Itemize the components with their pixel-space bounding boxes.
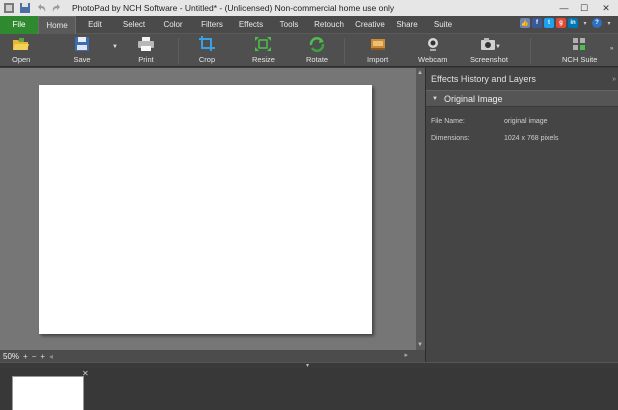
webcam-label: Webcam	[418, 55, 448, 64]
screenshot-button[interactable]: Screenshot	[470, 36, 508, 66]
floppy-icon	[20, 3, 30, 13]
file-name-label: File Name:	[431, 118, 465, 125]
crop-label: Crop	[198, 55, 216, 64]
linkedin-icon[interactable]: in	[568, 18, 578, 28]
save-label: Save	[73, 55, 91, 64]
google-plus-icon[interactable]: g	[556, 18, 566, 28]
twitter-icon[interactable]: t	[544, 18, 554, 28]
title-bar: PhotoPad by NCH Software - Untitled* - (…	[0, 0, 618, 16]
tab-creative[interactable]: Creative	[350, 16, 390, 34]
facebook-icon[interactable]: f	[532, 18, 542, 28]
zoom-in-button[interactable]: +	[23, 352, 28, 361]
window-controls: — ☐ ✕	[554, 0, 618, 16]
tab-color[interactable]: Color	[154, 16, 192, 34]
folder-icon	[13, 38, 30, 50]
crop-icon	[199, 36, 215, 51]
minimize-button[interactable]: —	[554, 0, 574, 16]
help-icon[interactable]: ?	[592, 18, 602, 28]
resize-label: Resize	[252, 55, 275, 64]
tab-tools[interactable]: Tools	[270, 16, 308, 34]
app-menu-button[interactable]	[2, 2, 16, 15]
zoom-out-button[interactable]: −	[32, 352, 37, 361]
dimensions-value: 1024 x 768 pixels	[504, 135, 559, 142]
nch-suite-button[interactable]: NCH Suite	[562, 36, 597, 66]
webcam-button[interactable]: Webcam	[418, 36, 447, 66]
layer-header[interactable]: ▼ Original Image	[426, 90, 618, 107]
close-button[interactable]: ✕	[594, 0, 618, 16]
resize-icon	[255, 37, 272, 51]
scroll-up-icon[interactable]: ▲	[417, 70, 423, 76]
help-dropdown-icon[interactable]: ▾	[604, 18, 614, 28]
save-button[interactable]: Save	[73, 36, 91, 66]
zoom-level: 50%	[3, 351, 20, 361]
zoom-bar: 50% + − + ◂ ▸	[0, 350, 425, 362]
quick-save-button[interactable]	[18, 2, 32, 15]
undo-icon	[38, 4, 46, 12]
tab-retouch[interactable]: Retouch	[308, 16, 350, 34]
tab-filters[interactable]: Filters	[192, 16, 232, 34]
tab-share[interactable]: Share	[390, 16, 424, 34]
zoom-fit-button[interactable]: +	[40, 352, 45, 361]
crop-button[interactable]: Crop	[198, 36, 216, 66]
tab-file[interactable]: File	[0, 15, 38, 34]
effects-panel: Effects History and Layers » ▼ Original …	[425, 68, 618, 362]
redo-button[interactable]	[50, 2, 64, 15]
tab-suite[interactable]: Suite	[424, 16, 462, 34]
rotate-button[interactable]: Rotate	[306, 36, 328, 66]
import-icon	[370, 39, 385, 50]
toolbar-separator	[178, 38, 179, 64]
thumbs-up-icon[interactable]: 👍	[520, 18, 530, 28]
close-thumbnail-icon[interactable]: ✕	[82, 369, 89, 378]
scroll-down-icon[interactable]: ▼	[417, 342, 423, 348]
chevron-down-icon[interactable]: ▾	[580, 18, 590, 28]
import-label: Import	[367, 55, 389, 64]
screenshot-dropdown-icon[interactable]: ▼	[495, 44, 501, 50]
resize-button[interactable]: Resize	[252, 36, 275, 66]
window-title: PhotoPad by NCH Software - Untitled* - (…	[72, 3, 395, 13]
print-button[interactable]: Print	[137, 36, 155, 66]
save-icon	[75, 37, 89, 51]
tab-edit[interactable]: Edit	[76, 16, 114, 34]
toolbar-separator	[344, 38, 345, 64]
app-icon	[4, 3, 14, 13]
social-links: 👍 f t g in ▾ ? ▾	[520, 18, 614, 28]
quick-access-toolbar	[0, 0, 64, 16]
image-canvas[interactable]	[39, 85, 372, 334]
undo-button[interactable]	[34, 2, 48, 15]
tab-home[interactable]: Home	[38, 15, 76, 34]
toolbar-separator	[530, 38, 531, 64]
tab-select[interactable]: Select	[114, 16, 154, 34]
panel-collapse-icon[interactable]: »	[612, 76, 616, 83]
canvas-area[interactable]	[0, 68, 416, 350]
vertical-scrollbar[interactable]: ▲ ▼	[416, 68, 425, 350]
printer-icon	[138, 37, 154, 51]
filmstrip: ✕	[0, 368, 618, 410]
maximize-button[interactable]: ☐	[574, 0, 594, 16]
rotate-icon	[309, 37, 325, 52]
save-dropdown-icon[interactable]: ▼	[112, 44, 118, 50]
image-thumbnail[interactable]	[12, 376, 84, 410]
redo-icon	[52, 4, 60, 12]
dimensions-label: Dimensions:	[431, 135, 470, 142]
grid-icon	[572, 38, 585, 50]
layer-name: Original Image	[443, 93, 503, 104]
scroll-left-icon[interactable]: ◂	[49, 352, 53, 361]
open-button[interactable]: Open	[12, 36, 30, 66]
nch-suite-label: NCH Suite	[562, 55, 598, 64]
screenshot-label: Screenshot	[470, 55, 508, 64]
open-label: Open	[12, 55, 31, 64]
scroll-right-icon[interactable]: ▸	[404, 351, 408, 359]
panel-title: Effects History and Layers	[431, 74, 536, 84]
rotate-label: Rotate	[306, 55, 329, 64]
print-label: Print	[138, 55, 154, 64]
import-button[interactable]: Import	[367, 36, 388, 66]
expand-triangle-icon[interactable]: ▼	[432, 96, 438, 102]
ribbon-toolbar: Open Save ▼ Print Crop Resize Rotate Imp…	[0, 34, 618, 67]
toolbar-overflow-icon[interactable]: »	[610, 46, 613, 52]
tab-effects[interactable]: Effects	[232, 16, 270, 34]
webcam-icon	[427, 38, 438, 51]
file-name-value: original image	[504, 118, 548, 125]
